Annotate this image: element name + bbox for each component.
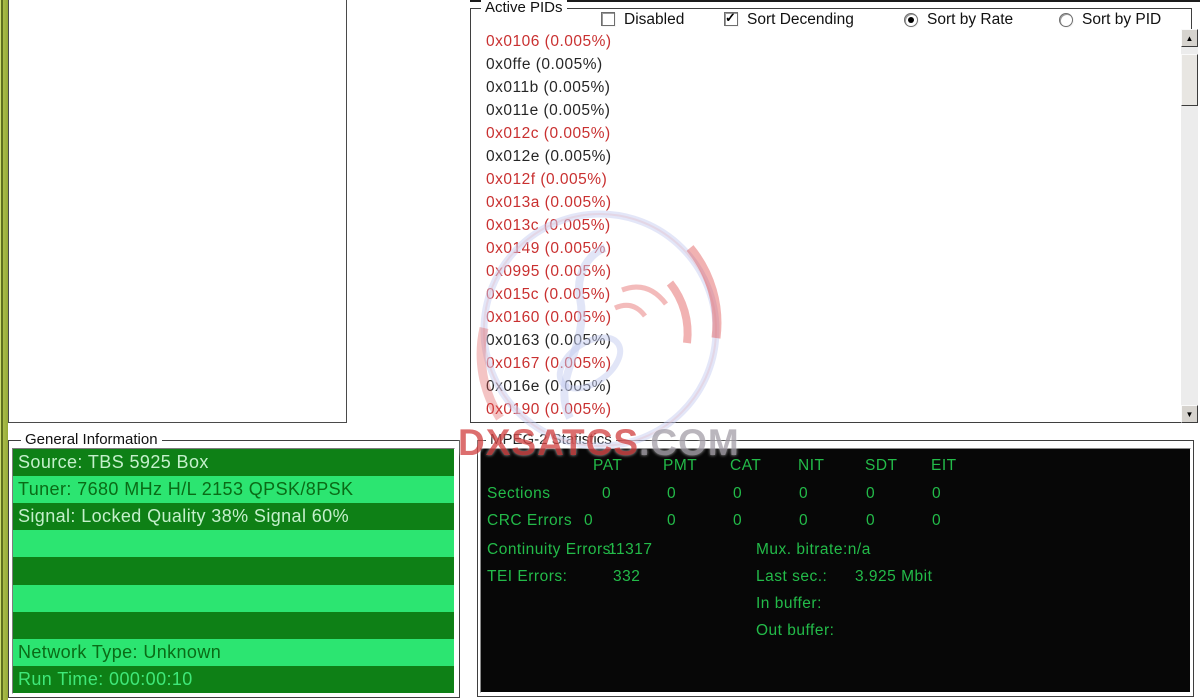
crc-errors-value: 0 xyxy=(799,512,808,530)
window-top-edge xyxy=(470,0,1200,2)
radio-dot-icon xyxy=(908,17,914,23)
out-buffer-label: Out buffer: xyxy=(756,622,834,640)
pid-list-item[interactable]: 0x016e (0.005%) xyxy=(486,378,612,401)
content-panel xyxy=(8,0,347,423)
mpeg2-statistics-title: MPEG-2 Statistics xyxy=(486,431,616,448)
active-pids-list: 0x0106 (0.005%) 0x0ffe (0.005%) 0x011b (… xyxy=(486,33,612,424)
sections-value: 0 xyxy=(733,485,742,503)
sections-value: 0 xyxy=(602,485,611,503)
sections-row-label: Sections xyxy=(487,485,550,503)
pid-list-item[interactable]: 0x0995 (0.005%) xyxy=(486,263,612,286)
mpeg2-statistics-group: MPEG-2 Statistics PAT PMT CAT NIT SDT EI… xyxy=(477,440,1194,697)
mux-bitrate-label: Mux. bitrate: xyxy=(756,541,848,558)
pid-list-item[interactable]: 0x012e (0.005%) xyxy=(486,148,612,171)
disabled-checkbox[interactable]: ✓ xyxy=(601,12,615,26)
down-arrow-icon: ▼ xyxy=(1186,410,1194,419)
continuity-errors-label: Continuity Errors: xyxy=(487,541,616,559)
col-header-nit: NIT xyxy=(798,457,824,475)
tei-errors-value: 332 xyxy=(613,568,640,586)
pid-list-item[interactable]: 0x0190 (0.005%) xyxy=(486,401,612,424)
info-row-signal: Signal: Locked Quality 38% Signal 60% xyxy=(13,503,454,530)
scroll-down-button[interactable]: ▼ xyxy=(1181,405,1198,423)
active-pids-title: Active PIDs xyxy=(481,0,567,16)
sort-descending-label: Sort Decending xyxy=(747,11,854,29)
tei-errors-label: TEI Errors: xyxy=(487,568,567,586)
active-pids-group: Active PIDs ✓ Disabled ✓ Sort Decending … xyxy=(470,8,1192,423)
pid-list-item[interactable]: 0x0106 (0.005%) xyxy=(486,33,612,56)
sort-by-rate-radio[interactable] xyxy=(904,13,918,27)
pid-list-item[interactable]: 0x012c (0.005%) xyxy=(486,125,612,148)
pid-list-item[interactable]: 0x015c (0.005%) xyxy=(486,286,612,309)
info-row-empty xyxy=(13,557,454,584)
col-header-cat: CAT xyxy=(730,457,761,475)
general-information-panel: Source: TBS 5925 Box Tuner: 7680 MHz H/L… xyxy=(12,448,455,694)
pid-list-scrollbar[interactable]: ▲ ▼ xyxy=(1181,29,1198,423)
pid-list-item[interactable]: 0x011b (0.005%) xyxy=(486,79,612,102)
col-header-pmt: PMT xyxy=(663,457,697,475)
sort-descending-checkbox[interactable]: ✓ xyxy=(724,12,738,26)
pid-list-item[interactable]: 0x0160 (0.005%) xyxy=(486,309,612,332)
col-header-sdt: SDT xyxy=(865,457,898,475)
crc-errors-value: 0 xyxy=(866,512,875,530)
in-buffer-label: In buffer: xyxy=(756,595,822,613)
sort-by-pid-radio[interactable] xyxy=(1059,13,1073,27)
sections-value: 0 xyxy=(866,485,875,503)
up-arrow-icon: ▲ xyxy=(1186,34,1194,43)
sections-value: 0 xyxy=(799,485,808,503)
pid-list-item[interactable]: 0x0ffe (0.005%) xyxy=(486,56,612,79)
mux-bitrate-value: n/a xyxy=(848,541,871,558)
pid-list-item[interactable]: 0x0163 (0.005%) xyxy=(486,332,612,355)
sections-value: 0 xyxy=(932,485,941,503)
last-sec-value: 3.925 Mbit xyxy=(855,568,932,586)
continuity-errors-value: 11317 xyxy=(608,541,652,559)
info-row-empty xyxy=(13,612,454,639)
info-row-source: Source: TBS 5925 Box xyxy=(13,449,454,476)
sort-by-pid-label: Sort by PID xyxy=(1082,11,1161,29)
crc-errors-value: 0 xyxy=(733,512,742,530)
pid-list-item[interactable]: 0x013c (0.005%) xyxy=(486,217,612,240)
info-row-empty xyxy=(13,585,454,612)
general-information-group: General Information Source: TBS 5925 Box… xyxy=(8,440,460,698)
sort-by-rate-label: Sort by Rate xyxy=(927,11,1013,29)
col-header-pat: PAT xyxy=(593,457,622,475)
disabled-label: Disabled xyxy=(624,11,684,29)
info-row-tuner: Tuner: 7680 MHz H/L 2153 QPSK/8PSK xyxy=(13,476,454,503)
scrollbar-thumb[interactable] xyxy=(1181,54,1198,106)
check-icon: ✓ xyxy=(725,10,736,26)
info-row-empty xyxy=(13,530,454,557)
analyzer-window: Active PIDs ✓ Disabled ✓ Sort Decending … xyxy=(0,0,1200,700)
crc-errors-value: 0 xyxy=(584,512,593,530)
pid-list-item[interactable]: 0x011e (0.005%) xyxy=(486,102,612,125)
mux-bitrate: Mux. bitrate:n/a xyxy=(756,541,871,559)
info-row-run-time: Run Time: 000:00:10 xyxy=(13,666,454,693)
crc-errors-row-label: CRC Errors xyxy=(487,512,572,530)
last-sec-label: Last sec.: xyxy=(756,568,827,586)
pid-list-item[interactable]: 0x0149 (0.005%) xyxy=(486,240,612,263)
crc-errors-value: 0 xyxy=(667,512,676,530)
col-header-eit: EIT xyxy=(931,457,957,475)
info-row-network-type: Network Type: Unknown xyxy=(13,639,454,666)
sections-value: 0 xyxy=(667,485,676,503)
general-information-title: General Information xyxy=(21,431,162,448)
crc-errors-value: 0 xyxy=(932,512,941,530)
pid-list-item[interactable]: 0x0167 (0.005%) xyxy=(486,355,612,378)
pid-list-item[interactable]: 0x013a (0.005%) xyxy=(486,194,612,217)
mpeg2-statistics-panel: PAT PMT CAT NIT SDT EIT Sections 0 0 0 0… xyxy=(480,448,1191,693)
scroll-up-button[interactable]: ▲ xyxy=(1181,29,1198,47)
window-left-edge xyxy=(0,0,8,700)
pid-list-item[interactable]: 0x012f (0.005%) xyxy=(486,171,612,194)
